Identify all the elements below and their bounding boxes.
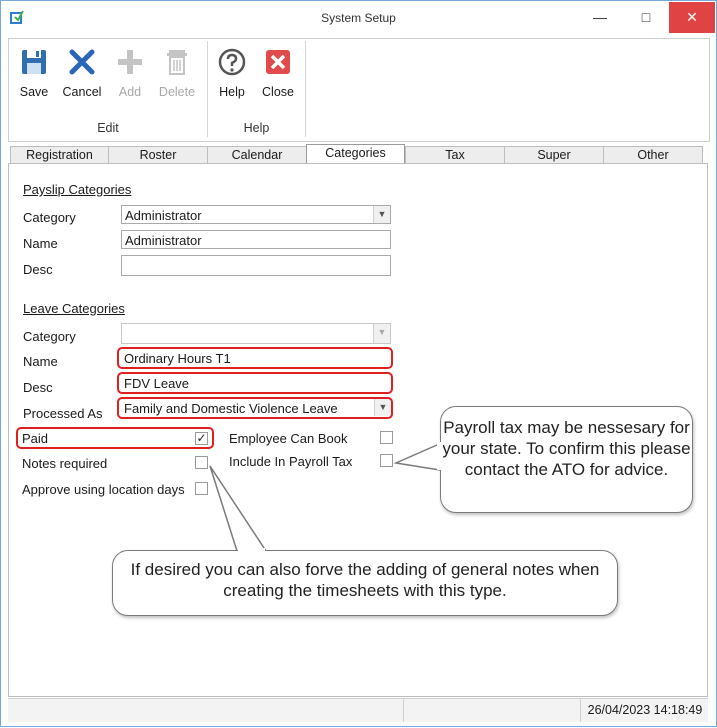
system-setup-window: System Setup — □ ✕ Save Cancel Add Delet… [0,0,717,727]
status-cell [403,699,580,722]
payroll-tax-callout: Payroll tax may be nessesary for your st… [440,406,693,513]
notes-callout-text: If desired you can also forve the adding… [130,560,600,600]
callout-pointers [209,439,447,552]
status-bar: 26/04/2023 14:18:49 [8,698,708,722]
callout-join [437,442,443,470]
payroll-tax-callout-text: Payroll tax may be nessesary for your st… [442,418,691,479]
callout-join [238,548,265,553]
notes-callout: If desired you can also forve the adding… [112,550,618,616]
status-datetime: 26/04/2023 14:18:49 [580,699,709,722]
